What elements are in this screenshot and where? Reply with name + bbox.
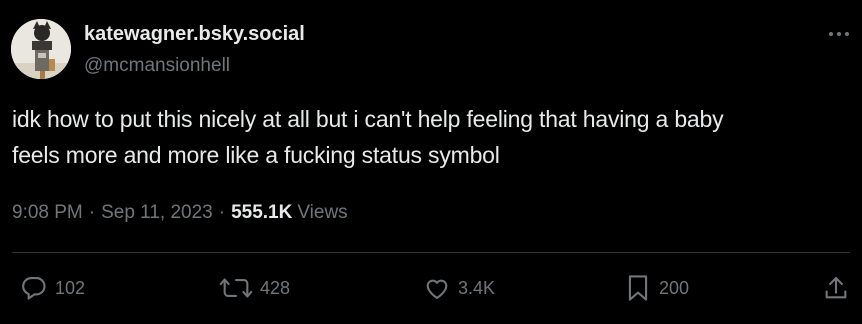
reply-bubble-icon — [22, 277, 46, 300]
like-button[interactable]: 3.4K — [423, 270, 495, 306]
tweet-text: idk how to put this nicely at all but i … — [12, 106, 724, 168]
repost-icon — [219, 278, 253, 298]
repost-button[interactable]: 428 — [219, 270, 290, 306]
bookmark-icon — [628, 275, 648, 301]
tweet-date[interactable]: Sep 11, 2023 — [101, 199, 213, 227]
views-label: Views — [297, 202, 348, 223]
meta-separator: · — [218, 202, 226, 223]
bookmark-count: 200 — [659, 277, 690, 298]
divider — [12, 252, 850, 253]
reply-count: 102 — [55, 277, 86, 298]
meta-separator: · — [88, 202, 96, 223]
more-horizontal-icon — [829, 32, 849, 36]
tweet-time[interactable]: 9:08 PM — [12, 199, 83, 227]
bookmark-button[interactable]: 200 — [624, 270, 689, 306]
share-icon — [825, 277, 847, 299]
like-count: 3.4K — [458, 277, 496, 298]
views-count[interactable]: 555.1K — [231, 199, 292, 227]
reply-button[interactable]: 102 — [20, 270, 85, 306]
avatar[interactable] — [11, 19, 71, 79]
avatar-image — [11, 19, 71, 79]
heart-icon — [426, 279, 448, 299]
more-options-button[interactable] — [826, 24, 852, 44]
author-display-name[interactable]: katewagner.bsky.social — [84, 21, 305, 47]
tweet-meta: 9:08 PM · Sep 11, 2023 · 555.1K Views — [12, 199, 348, 227]
author-handle[interactable]: @mcmansionhell — [84, 54, 230, 78]
repost-count: 428 — [260, 277, 291, 298]
share-button[interactable] — [822, 270, 850, 306]
tweet-card: katewagner.bsky.social @mcmansionhell id… — [0, 0, 862, 324]
